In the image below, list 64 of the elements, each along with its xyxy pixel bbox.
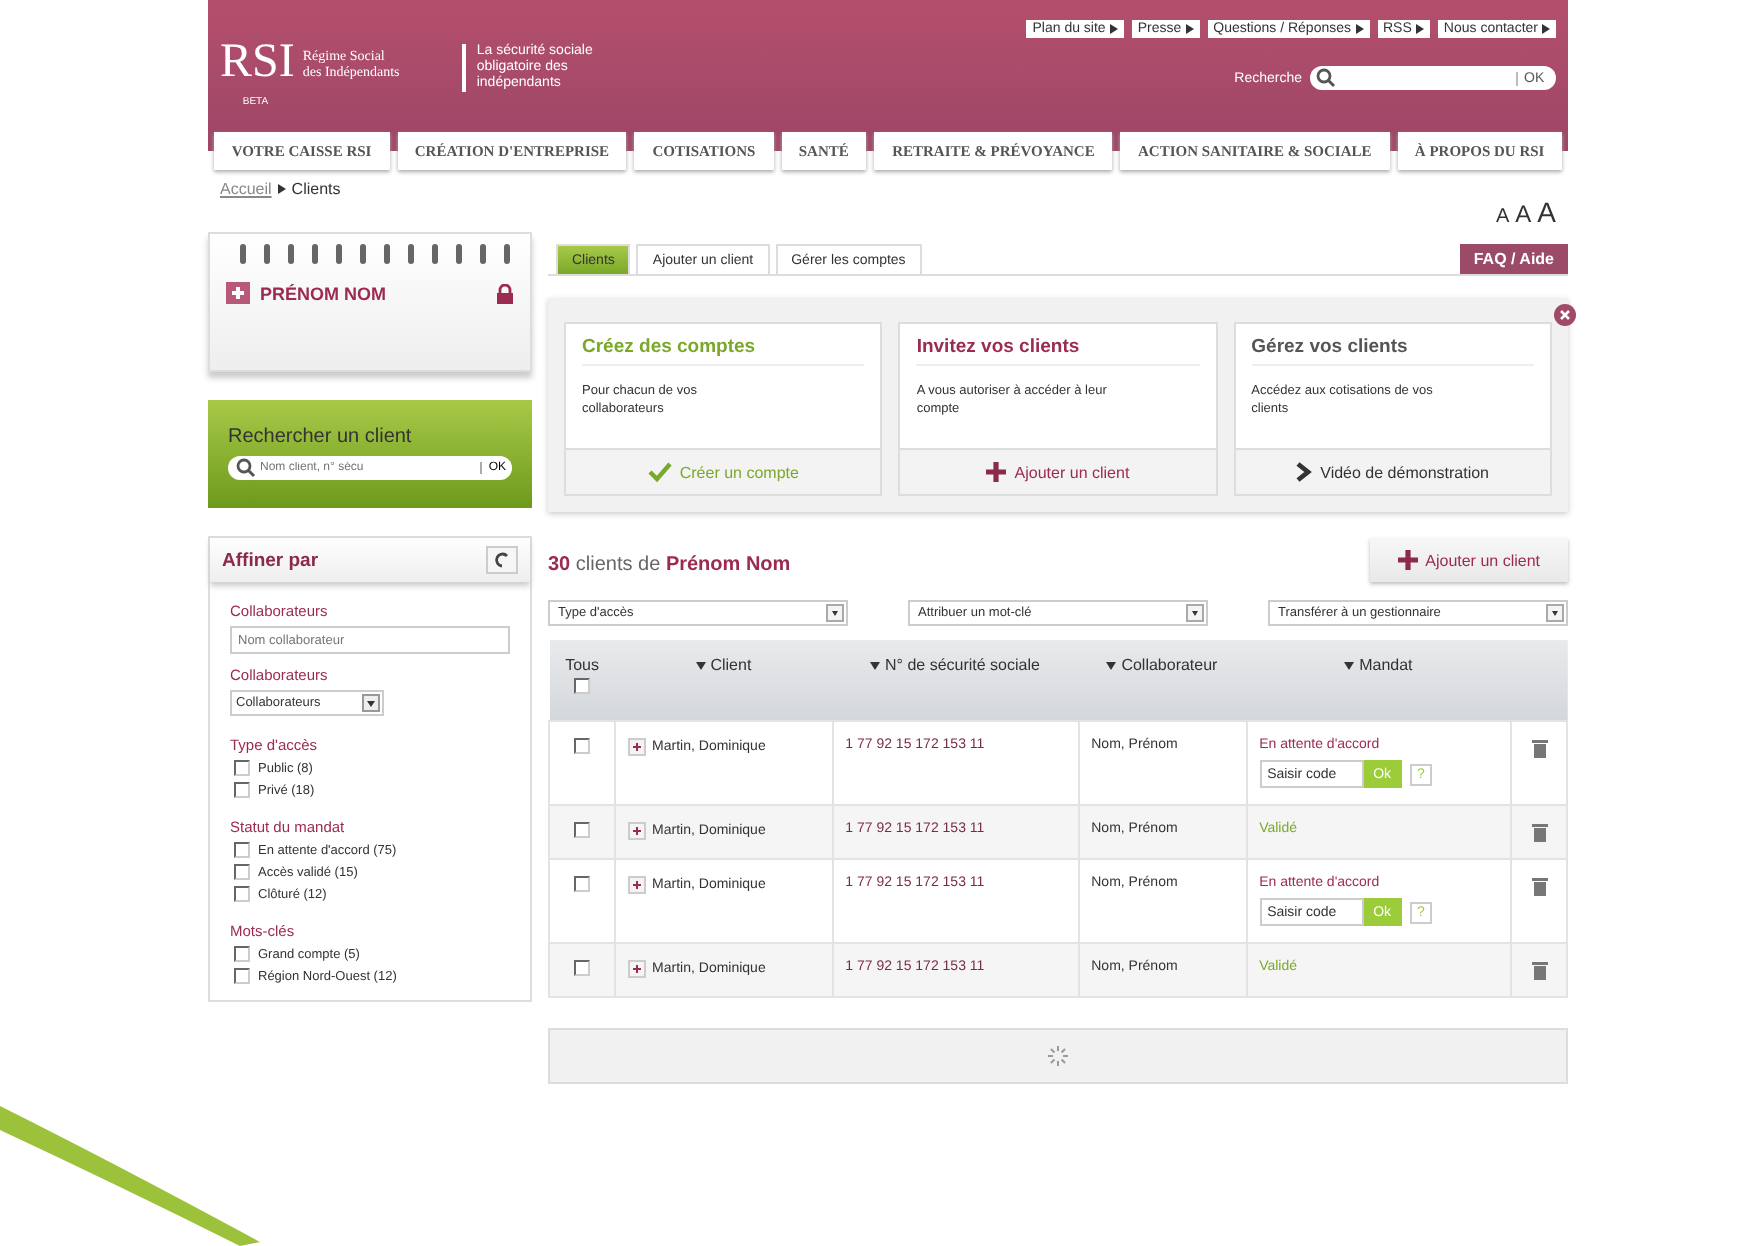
expand-button[interactable]: [628, 876, 647, 894]
row-checkbox[interactable]: [574, 822, 591, 838]
checkbox[interactable]: [234, 842, 250, 858]
select-all-label: Tous: [565, 656, 599, 674]
font-size-button[interactable]: A: [1537, 196, 1556, 228]
sort-arrow-icon: [1106, 662, 1117, 670]
trash-icon[interactable]: [1531, 822, 1548, 842]
plus-icon: [226, 282, 250, 304]
search-icon: [1316, 68, 1336, 88]
logo-text: RSI: [220, 36, 295, 88]
row-checkbox[interactable]: [574, 876, 591, 892]
card-title: Invitez vos clients: [916, 336, 1200, 366]
close-button[interactable]: [1554, 304, 1576, 326]
breadcrumb-current: Clients: [291, 180, 341, 198]
checkmark-icon: [647, 462, 672, 482]
refresh-button[interactable]: [486, 546, 518, 574]
filter-title: Affiner par: [222, 549, 319, 571]
refresh-icon: [494, 552, 510, 568]
expand-button[interactable]: [628, 960, 647, 978]
checkbox[interactable]: [234, 968, 250, 984]
sort-arrow-icon: [1344, 662, 1355, 670]
breadcrumb-separator-icon: [277, 184, 286, 194]
help-button[interactable]: FAQ / Aide: [1459, 244, 1568, 274]
caret-icon: [1109, 24, 1118, 34]
breadcrumb-link[interactable]: Accueil: [220, 180, 272, 198]
checkbox[interactable]: [234, 782, 250, 798]
plus-icon: [1397, 550, 1418, 570]
trash-icon[interactable]: [1531, 960, 1548, 980]
client-search-title: Rechercher un client: [228, 426, 414, 448]
card-action-link[interactable]: Ajouter un client: [900, 448, 1216, 494]
card-action-link[interactable]: Vidéo de démonstration: [1235, 448, 1550, 494]
row-checkbox[interactable]: [574, 738, 591, 754]
client-count-heading: 30 clients de Prénom Nom: [548, 554, 791, 580]
add-client-button[interactable]: Ajouter un client: [1369, 538, 1568, 582]
checkbox[interactable]: [234, 760, 250, 776]
user-name: PRÉNOM NOM: [260, 283, 388, 303]
spinner-icon: [1046, 1044, 1070, 1068]
select-all-checkbox[interactable]: [574, 678, 591, 694]
sort-arrow-icon: [695, 662, 706, 670]
card-title: Gérez vos clients: [1251, 336, 1534, 366]
caret-icon: [1185, 24, 1194, 34]
column-header[interactable]: Collaborateur: [1106, 656, 1218, 674]
search-icon: [236, 458, 256, 478]
trash-icon[interactable]: [1531, 738, 1548, 758]
trash-icon[interactable]: [1531, 876, 1548, 896]
row-checkbox[interactable]: [574, 960, 591, 976]
expand-button[interactable]: [628, 822, 647, 840]
card-title: Créez des comptes: [582, 336, 865, 366]
column-header[interactable]: Client: [695, 656, 752, 674]
caret-icon: [1415, 24, 1424, 34]
lock-icon: [496, 283, 514, 303]
chevron-right-icon: [1296, 462, 1313, 482]
plus-icon: [986, 462, 1007, 482]
column-header[interactable]: N° de sécurité sociale: [870, 656, 1040, 674]
column-header[interactable]: Mandat: [1344, 656, 1413, 674]
caret-icon: [1542, 24, 1550, 34]
font-size-button[interactable]: A: [1495, 206, 1510, 228]
checkbox[interactable]: [234, 864, 250, 880]
font-size-button[interactable]: A: [1515, 200, 1532, 228]
caret-icon: [1355, 24, 1363, 34]
sort-arrow-icon: [870, 662, 881, 670]
checkbox[interactable]: [234, 946, 250, 962]
expand-button[interactable]: [628, 738, 647, 756]
checkbox[interactable]: [234, 886, 250, 902]
